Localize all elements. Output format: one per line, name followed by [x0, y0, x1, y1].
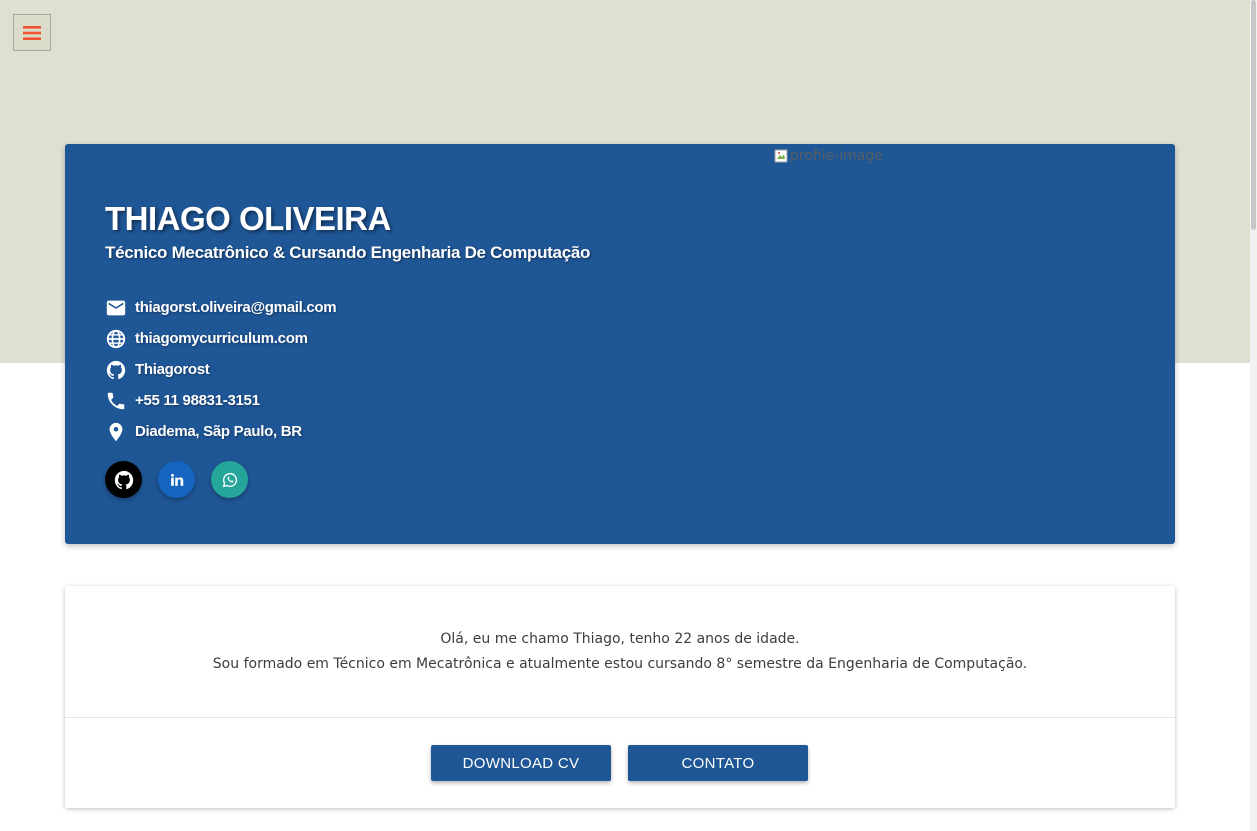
profile-subtitle: Técnico Mecatrônico & Cursando Engenhari… — [105, 243, 591, 262]
linkedin-icon — [170, 473, 183, 486]
phone-text[interactable]: +55 11 98831-3151 — [135, 392, 260, 409]
scrollbar[interactable] — [1250, 0, 1257, 831]
location-text: Diadema, Sãp Paulo, BR — [135, 423, 302, 440]
website-link[interactable]: thiagomycurriculum.com — [135, 330, 308, 347]
scrollbar-thumb[interactable] — [1251, 0, 1256, 230]
card-divider — [65, 717, 1175, 718]
profile-image-alt: profile-image — [790, 148, 883, 164]
whatsapp-icon — [222, 472, 237, 487]
download-cv-button[interactable]: DOWNLOAD CV — [431, 745, 611, 781]
profile-card: profile-image THIAGO OLIVEIRA Técnico Me… — [65, 144, 1175, 544]
profile-name: THIAGO OLIVEIRA — [105, 200, 391, 237]
contact-location: Diadema, Sãp Paulo, BR — [105, 416, 336, 447]
github-link[interactable]: Thiagorost — [135, 361, 210, 378]
phone-icon — [107, 392, 125, 409]
about-text: Olá, eu me chamo Thiago, tenho 22 anos d… — [65, 627, 1175, 677]
page: profile-image THIAGO OLIVEIRA Técnico Me… — [0, 0, 1257, 831]
github-icon — [106, 360, 126, 379]
github-icon — [114, 470, 133, 489]
card-actions: DOWNLOAD CV CONTATO — [431, 745, 825, 781]
social-buttons — [105, 461, 264, 498]
about-card: Olá, eu me chamo Thiago, tenho 22 anos d… — [65, 586, 1175, 808]
menu-button[interactable] — [13, 14, 51, 51]
contact-button[interactable]: CONTATO — [628, 745, 808, 781]
contact-phone: +55 11 98831-3151 — [105, 385, 336, 416]
contact-website: thiagomycurriculum.com — [105, 323, 336, 354]
whatsapp-social-button[interactable] — [211, 461, 248, 498]
globe-icon — [106, 329, 126, 348]
hamburger-icon — [23, 25, 41, 40]
contact-email: thiagorst.oliveira@gmail.com — [105, 292, 337, 323]
email-link[interactable]: thiagorst.oliveira@gmail.com — [135, 299, 337, 316]
linkedin-social-button[interactable] — [158, 461, 195, 498]
github-social-button[interactable] — [105, 461, 142, 498]
location-icon — [109, 422, 123, 441]
email-icon — [106, 300, 126, 315]
broken-image-icon — [774, 149, 788, 163]
about-line-1: Olá, eu me chamo Thiago, tenho 22 anos d… — [440, 631, 800, 647]
profile-image: profile-image — [774, 148, 883, 164]
contact-github: Thiagorost — [105, 354, 336, 385]
contact-list: thiagorst.oliveira@gmail.com thiagomycur… — [105, 292, 337, 447]
about-line-2: Sou formado em Técnico em Mecatrônica e … — [212, 656, 1028, 672]
